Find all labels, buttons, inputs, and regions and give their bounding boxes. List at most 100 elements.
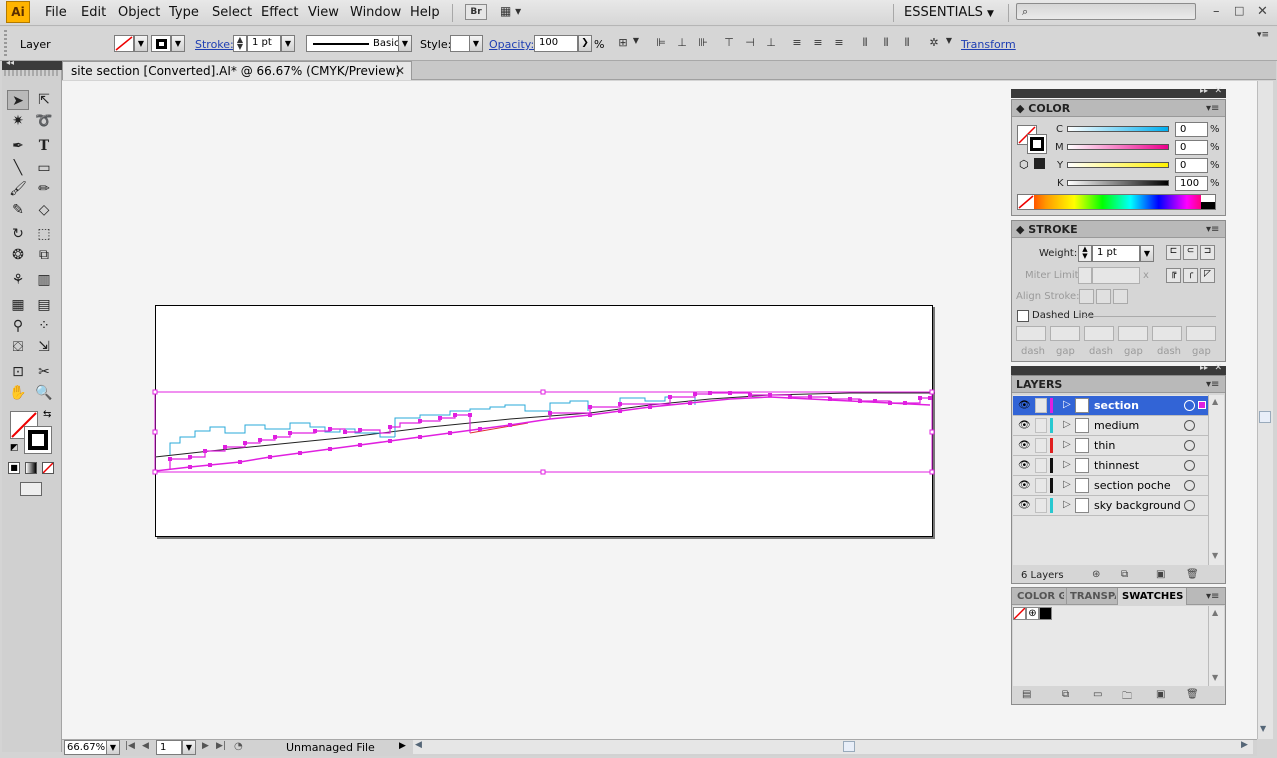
vertical-scrollbar[interactable]: ▼ bbox=[1257, 81, 1273, 739]
opacity-arrow[interactable]: ❯ bbox=[578, 35, 592, 52]
lock-toggle[interactable] bbox=[1035, 438, 1047, 453]
square-cap-icon[interactable]: ⊐ bbox=[1200, 245, 1215, 260]
lock-toggle[interactable] bbox=[1035, 398, 1047, 413]
eye-icon[interactable]: 👁 bbox=[1018, 500, 1031, 512]
collapse-icon[interactable]: ▸▸ bbox=[1200, 363, 1208, 372]
horizontal-scroll-thumb[interactable] bbox=[843, 741, 855, 752]
reference-point-dropdown[interactable]: ▼ bbox=[629, 36, 643, 50]
eye-icon[interactable]: 👁 bbox=[1018, 440, 1031, 452]
blob-brush-tool[interactable]: ✎ bbox=[7, 200, 29, 220]
fill-swatch[interactable] bbox=[114, 35, 134, 52]
swatch-options-icon[interactable]: ▭ bbox=[1093, 689, 1102, 700]
last-artboard-icon[interactable]: ▶| bbox=[216, 741, 226, 751]
eye-icon[interactable]: 👁 bbox=[1018, 420, 1031, 432]
dash-field-3[interactable] bbox=[1152, 326, 1182, 341]
selection-handles[interactable] bbox=[152, 389, 935, 475]
white-swatch[interactable] bbox=[1201, 195, 1215, 202]
hand-tool[interactable]: ✋ bbox=[7, 383, 29, 403]
stroke-dropdown[interactable]: ▼ bbox=[171, 35, 185, 52]
status-icon[interactable]: ◔ bbox=[234, 741, 243, 752]
show-swatch-kinds-icon[interactable]: ⧉ bbox=[1062, 689, 1069, 700]
weight-dropdown[interactable]: ▼ bbox=[1140, 245, 1154, 262]
control-bar-menu-icon[interactable]: ▾≡ bbox=[1256, 30, 1270, 44]
swap-fill-stroke-icon[interactable]: ⇆ bbox=[43, 409, 51, 420]
menu-view[interactable]: View bbox=[308, 5, 339, 20]
slice-tool[interactable]: ✂ bbox=[33, 362, 55, 382]
layer-name[interactable]: thin bbox=[1094, 439, 1115, 452]
channel-m-slider[interactable] bbox=[1067, 144, 1169, 150]
distribute-bottom-icon[interactable]: ≡ bbox=[832, 36, 846, 50]
site-section-artwork[interactable] bbox=[150, 385, 940, 480]
align-left-icon[interactable]: ⊫ bbox=[654, 36, 668, 50]
warp-tool[interactable]: ❂ bbox=[7, 245, 29, 265]
rotate-tool[interactable]: ↻ bbox=[7, 224, 29, 244]
first-artboard-icon[interactable]: |◀ bbox=[125, 741, 135, 751]
expand-triangle-icon[interactable]: ▷ bbox=[1063, 479, 1071, 490]
opacity-field[interactable]: 100 bbox=[534, 35, 578, 52]
collapse-icon[interactable]: ▸▸ bbox=[1200, 86, 1208, 95]
miter-stepper[interactable] bbox=[1078, 267, 1092, 284]
menu-object[interactable]: Object bbox=[118, 5, 160, 20]
selection-tool[interactable]: ➤ bbox=[7, 90, 29, 110]
layer-row-section-poche[interactable]: 👁 ▷ section poche bbox=[1013, 476, 1208, 496]
target-icon[interactable] bbox=[1184, 500, 1195, 511]
previous-artboard-icon[interactable]: ◀ bbox=[142, 741, 149, 751]
transform-link[interactable]: Transform bbox=[961, 38, 1016, 51]
artboard-number-field[interactable]: 1 bbox=[156, 740, 182, 755]
horizontal-scrollbar[interactable]: ◀ ▶ bbox=[413, 740, 1253, 754]
align-outside-stroke-icon[interactable] bbox=[1113, 289, 1128, 304]
expand-triangle-icon[interactable]: ▷ bbox=[1063, 419, 1071, 430]
locate-object-icon[interactable]: ⊛ bbox=[1092, 569, 1100, 580]
panel-menu-icon[interactable]: ▾≡ bbox=[1206, 103, 1219, 114]
swatches-scrollbar[interactable]: ▲ ▼ bbox=[1208, 606, 1224, 686]
direct-selection-tool[interactable]: ⇱ bbox=[33, 90, 55, 110]
align-center-stroke-icon[interactable] bbox=[1079, 289, 1094, 304]
gap-field-1[interactable] bbox=[1050, 326, 1080, 341]
menu-file[interactable]: File bbox=[45, 5, 67, 20]
layer-row-thin[interactable]: 👁 ▷ thin bbox=[1013, 436, 1208, 456]
artboard-dropdown[interactable]: ▼ bbox=[182, 740, 196, 755]
scroll-down-arrow[interactable]: ▼ bbox=[1212, 551, 1218, 560]
none-swatch-icon[interactable] bbox=[1018, 195, 1034, 209]
channel-y-field[interactable]: 0 bbox=[1175, 158, 1208, 173]
close-icon[interactable]: ✕ bbox=[1214, 86, 1222, 96]
distribute-vcenter-icon[interactable]: ≡ bbox=[811, 36, 825, 50]
layer-name[interactable]: thinnest bbox=[1094, 459, 1139, 472]
minimize-button[interactable]: – bbox=[1213, 4, 1220, 19]
pen-tool[interactable]: ✒ bbox=[7, 136, 29, 156]
round-join-icon[interactable]: ╭ bbox=[1183, 268, 1198, 283]
close-button[interactable]: ✕ bbox=[1257, 4, 1268, 19]
scroll-left-arrow[interactable]: ◀ bbox=[415, 740, 422, 750]
layer-row-thinnest[interactable]: 👁 ▷ thinnest bbox=[1013, 456, 1208, 476]
stroke-panel-title[interactable]: ◆ STROKE bbox=[1012, 221, 1225, 238]
swatch-libraries-icon[interactable]: ▤ bbox=[1022, 689, 1031, 700]
dashed-line-checkbox[interactable] bbox=[1017, 310, 1029, 322]
gap-field-2[interactable] bbox=[1118, 326, 1148, 341]
rectangle-tool[interactable]: ▭ bbox=[33, 158, 55, 178]
color-spectrum[interactable] bbox=[1017, 194, 1216, 210]
fill-dropdown[interactable]: ▼ bbox=[134, 35, 148, 52]
eye-icon[interactable]: 👁 bbox=[1018, 480, 1031, 492]
channel-c-slider[interactable] bbox=[1067, 126, 1169, 132]
target-icon[interactable] bbox=[1184, 400, 1195, 411]
panel-menu-icon[interactable]: ▾≡ bbox=[1206, 224, 1219, 235]
channel-c-field[interactable]: 0 bbox=[1175, 122, 1208, 137]
scroll-up-arrow[interactable]: ▲ bbox=[1212, 608, 1218, 617]
default-colors-icon[interactable]: ◩ bbox=[10, 443, 19, 453]
collapse-icon[interactable]: ◂◂ bbox=[6, 58, 14, 67]
channel-k-field[interactable]: 100 bbox=[1175, 176, 1208, 191]
distribute-top-icon[interactable]: ≡ bbox=[790, 36, 804, 50]
dash-field-1[interactable] bbox=[1016, 326, 1046, 341]
live-paint-selection-tool[interactable]: ⇲ bbox=[33, 337, 55, 357]
distribute-right-icon[interactable]: ⫴ bbox=[900, 36, 914, 50]
weight-field[interactable]: 1 pt bbox=[1092, 245, 1140, 262]
eye-icon[interactable]: 👁 bbox=[1018, 400, 1031, 412]
menu-edit[interactable]: Edit bbox=[81, 5, 106, 20]
zoom-dropdown[interactable]: ▼ bbox=[106, 740, 120, 755]
target-icon[interactable] bbox=[1184, 420, 1195, 431]
tools-panel-grip[interactable] bbox=[4, 70, 60, 76]
distribute-left-icon[interactable]: ⫴ bbox=[858, 36, 872, 50]
bridge-button[interactable]: Br bbox=[465, 4, 487, 20]
workspace-switcher[interactable]: ESSENTIALS ▼ bbox=[904, 5, 994, 20]
pencil-tool[interactable]: ✏ bbox=[33, 179, 55, 199]
